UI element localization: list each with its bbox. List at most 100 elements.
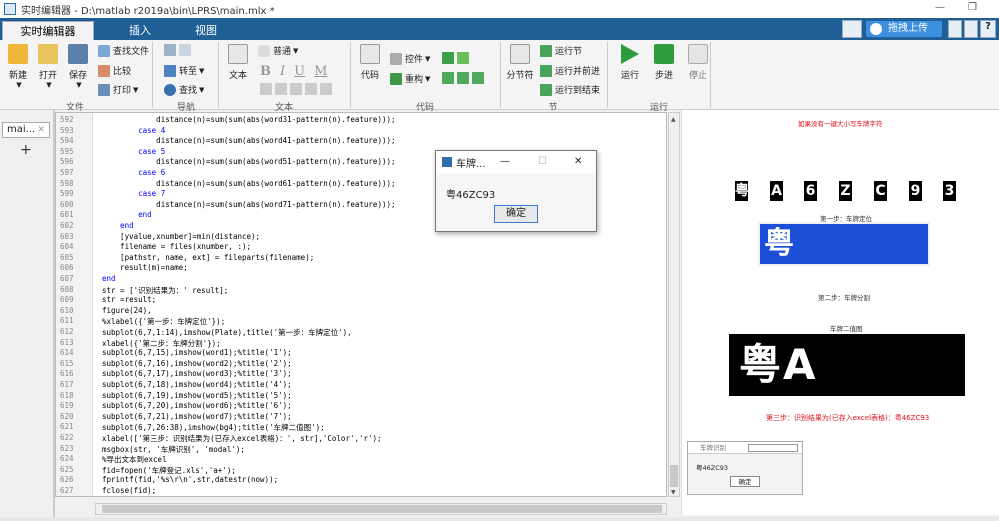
- code-line[interactable]: [yvalue,xnumber]=min(distance);: [102, 232, 260, 241]
- step-button[interactable]: 步进: [650, 44, 678, 81]
- mini-msgbox-screenshot: 车牌识别 粤46ZC93 确定: [687, 441, 803, 495]
- run-to-end-button[interactable]: 运行到结束: [540, 83, 600, 96]
- stop-button[interactable]: 停止: [684, 44, 712, 81]
- ok-button[interactable]: 确定: [494, 205, 538, 223]
- save-icon: [68, 44, 88, 64]
- add-tab-button[interactable]: +: [20, 142, 32, 158]
- line-number: 622: [60, 433, 74, 442]
- code-line[interactable]: str = ['识别结果为：' result];: [102, 285, 228, 296]
- code-button[interactable]: 代码: [356, 44, 384, 81]
- code-line[interactable]: subplot(6,7,1:14),imshow(Plate),title('第…: [102, 327, 352, 338]
- code-line[interactable]: end: [102, 210, 152, 219]
- drag-upload-button[interactable]: 拖拽上传: [866, 21, 942, 37]
- code-line[interactable]: case 7: [102, 189, 165, 198]
- code-line[interactable]: xlabel(['第三步：识别结果为(已存入excel表格)：', str],'…: [102, 433, 382, 444]
- code-line[interactable]: distance(n)=sum(sum(abs(word51-pattern(n…: [102, 157, 395, 166]
- run-button[interactable]: 运行: [616, 44, 644, 81]
- code-tools-1[interactable]: [442, 52, 472, 64]
- code-line[interactable]: distance(n)=sum(sum(abs(word71-pattern(n…: [102, 200, 395, 209]
- code-line[interactable]: str =result;: [102, 295, 156, 304]
- code-line[interactable]: subplot(6,7,18),imshow(word4);%title('4'…: [102, 380, 292, 389]
- mono-button[interactable]: M: [314, 64, 327, 79]
- code-line[interactable]: subplot(6,7,20),imshow(word6);%title('6'…: [102, 401, 292, 410]
- maximize-button[interactable]: ❐: [968, 2, 977, 13]
- help-icon[interactable]: ?: [980, 20, 996, 38]
- code-tools-2[interactable]: [442, 72, 487, 84]
- code-line[interactable]: xlabel({'第二步：车牌分割'});: [102, 338, 221, 349]
- code-line[interactable]: filename = files(xnumber, :);: [102, 242, 251, 251]
- text-button[interactable]: 文本: [224, 44, 252, 81]
- italic-button[interactable]: I: [280, 64, 285, 79]
- refactor-button[interactable]: 重构 ▼: [390, 72, 430, 85]
- nav-arrows[interactable]: [164, 44, 194, 56]
- find-files-button[interactable]: 查找文件: [98, 44, 149, 57]
- code-line[interactable]: distance(n)=sum(sum(abs(word41-pattern(n…: [102, 136, 395, 145]
- code-line[interactable]: subplot(6,7,16),imshow(word2);%title('2'…: [102, 359, 292, 368]
- list-buttons[interactable]: [260, 83, 335, 95]
- dialog-maximize-button[interactable]: ☐: [538, 156, 547, 167]
- status-bar: [0, 517, 999, 521]
- code-line[interactable]: subplot(6,7,15),imshow(word1);%title('1'…: [102, 348, 292, 357]
- run-section-button[interactable]: 运行节: [540, 44, 582, 57]
- vertical-scroll-thumb[interactable]: [670, 465, 678, 487]
- code-line[interactable]: result(m)=name;: [102, 263, 188, 272]
- code-line[interactable]: subplot(6,7,26:38),imshow(bg4);title('车牌…: [102, 422, 325, 433]
- minimize-button[interactable]: —: [935, 2, 945, 13]
- code-line[interactable]: case 5: [102, 147, 165, 156]
- control-button[interactable]: 控件 ▼: [390, 52, 430, 65]
- tab-view[interactable]: 视图: [176, 21, 236, 40]
- file-tab-main[interactable]: mai... ✕: [2, 122, 50, 138]
- compare-button[interactable]: 比较: [98, 64, 131, 77]
- horizontal-scroll-thumb[interactable]: [102, 505, 662, 513]
- code-line[interactable]: %导出文本到excel: [102, 454, 167, 465]
- code-line[interactable]: msgbox(str, '车牌识别', 'modal');: [102, 444, 245, 455]
- vertical-scrollbar[interactable]: [668, 112, 680, 497]
- new-button[interactable]: 新建 ▼: [4, 44, 32, 89]
- print-button[interactable]: 打印 ▼: [98, 83, 138, 96]
- code-line[interactable]: fprintf(fid,'%s\r\n',str,datestr(now));: [102, 475, 278, 484]
- style-dropdown[interactable]: 普通 ▼: [258, 44, 298, 57]
- tab-insert[interactable]: 插入: [110, 21, 170, 40]
- code-line[interactable]: end: [102, 221, 134, 230]
- close-icon[interactable]: ✕: [37, 123, 45, 137]
- dialog-minimize-button[interactable]: —: [500, 156, 510, 167]
- goto-label: 转至: [179, 67, 198, 77]
- restore-icon[interactable]: [964, 20, 978, 38]
- scroll-up-icon[interactable]: ▲: [671, 116, 676, 123]
- code-line[interactable]: distance(n)=sum(sum(abs(word31-pattern(n…: [102, 115, 395, 124]
- code-line[interactable]: [pathstr, name, ext] = fileparts(filenam…: [102, 253, 314, 262]
- line-number: 617: [60, 380, 74, 389]
- layout-icon[interactable]: [948, 20, 962, 38]
- dialog-close-button[interactable]: ✕: [574, 156, 582, 167]
- code-line[interactable]: end: [102, 274, 116, 283]
- find-button[interactable]: 查找 ▼: [164, 83, 204, 96]
- section-break-button[interactable]: 分节符: [504, 44, 536, 81]
- code-line[interactable]: case 4: [102, 126, 165, 135]
- find-label: 查找: [179, 86, 198, 96]
- open-button[interactable]: 打开 ▼: [34, 44, 62, 89]
- bold-button[interactable]: B: [260, 64, 271, 79]
- save-button[interactable]: 保存 ▼: [64, 44, 92, 89]
- quick-save-icon[interactable]: [842, 20, 862, 38]
- goto-button[interactable]: 转至 ▼: [164, 64, 204, 77]
- code-line[interactable]: %xlabel({'第一步：车牌定位'});: [102, 316, 225, 327]
- code-line[interactable]: distance(n)=sum(sum(abs(word61-pattern(n…: [102, 179, 395, 188]
- scroll-down-icon[interactable]: ▼: [671, 489, 676, 496]
- dialog-titlebar: 车牌... — ☐ ✕: [436, 151, 596, 173]
- underline-button[interactable]: U: [294, 64, 305, 79]
- line-number: 602: [60, 221, 74, 230]
- tab-live-editor[interactable]: 实时编辑器: [2, 21, 94, 40]
- code-line[interactable]: subplot(6,7,17),imshow(word3);%title('3'…: [102, 369, 292, 378]
- run-advance-button[interactable]: 运行并前进: [540, 64, 600, 77]
- code-line[interactable]: fclose(fid);: [102, 486, 156, 495]
- line-number: 595: [60, 146, 74, 156]
- code-line[interactable]: fid=fopen('车牌登记.xls','a+');: [102, 465, 236, 476]
- code-line[interactable]: figure(24),: [102, 306, 152, 315]
- print-label: 打印: [113, 86, 132, 96]
- code-line[interactable]: subplot(6,7,19),imshow(word5);%title('5'…: [102, 391, 292, 400]
- mini-window-controls: [748, 444, 798, 452]
- code-line[interactable]: subplot(6,7,21),imshow(word7);%title('7'…: [102, 412, 292, 421]
- segmented-char: 6: [804, 181, 817, 201]
- format-buttons: BIUM: [260, 64, 327, 79]
- code-line[interactable]: case 6: [102, 168, 165, 177]
